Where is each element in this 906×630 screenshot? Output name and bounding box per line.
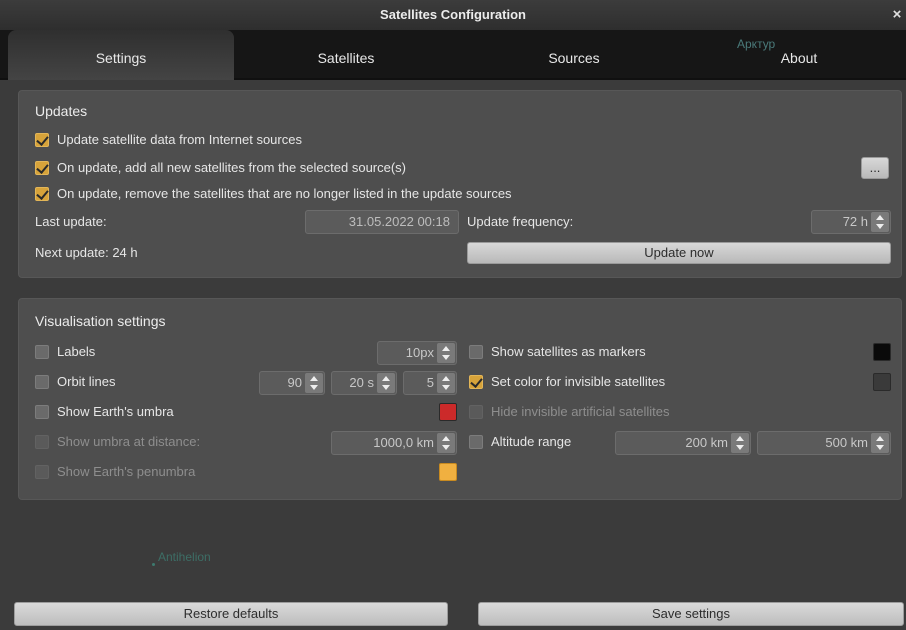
penumbra-color-swatch[interactable] bbox=[439, 463, 457, 481]
window-title: Satellites Configuration bbox=[380, 7, 526, 22]
add-new-satellites-checkbox[interactable] bbox=[35, 161, 49, 175]
settings-page: Updates Update satellite data from Inter… bbox=[0, 80, 906, 630]
sky-label-antihelion: Antihelion bbox=[158, 550, 211, 564]
next-update-label: Next update: 24 h bbox=[35, 245, 138, 260]
umbra-distance-label: Show umbra at distance: bbox=[57, 434, 201, 449]
umbra-checkbox[interactable] bbox=[35, 405, 49, 419]
hide-invisible-label: Hide invisible artificial satellites bbox=[491, 404, 670, 419]
tab-settings[interactable]: Settings bbox=[8, 30, 234, 80]
umbra-distance-value: 1000,0 km bbox=[373, 435, 434, 450]
remove-old-satellites-checkbox[interactable] bbox=[35, 187, 49, 201]
visualisation-title: Visualisation settings bbox=[35, 313, 166, 329]
orbit-thickness-value: 5 bbox=[426, 375, 434, 390]
markers-label: Show satellites as markers bbox=[491, 344, 646, 359]
invisible-color-label: Set color for invisible satellites bbox=[491, 374, 666, 389]
updates-title: Updates bbox=[35, 103, 88, 119]
orbit-lines-checkbox[interactable] bbox=[35, 375, 49, 389]
spin-arrows-icon[interactable] bbox=[871, 212, 889, 232]
tab-bar: Settings Satellites Sources About Арктур bbox=[0, 30, 906, 80]
labels-size-value: 10px bbox=[405, 345, 434, 360]
spin-arrows-icon[interactable] bbox=[437, 433, 455, 453]
altitude-range-label: Altitude range bbox=[491, 434, 572, 449]
orbit-thickness-spinbox[interactable]: 5 bbox=[403, 371, 457, 395]
tab-satellites[interactable]: Satellites bbox=[236, 30, 456, 80]
penumbra-checkbox[interactable] bbox=[35, 465, 49, 479]
spin-arrows-icon[interactable] bbox=[871, 433, 889, 453]
invisible-color-checkbox[interactable] bbox=[469, 375, 483, 389]
orbit-duration-spinbox[interactable]: 20 s bbox=[331, 371, 397, 395]
add-new-satellites-label: On update, add all new satellites from t… bbox=[57, 160, 407, 175]
spin-arrows-icon[interactable] bbox=[437, 373, 455, 393]
labels-label: Labels bbox=[57, 344, 96, 359]
spin-arrows-icon[interactable] bbox=[437, 343, 455, 363]
visualisation-group: Visualisation settings Labels 10px Orbit… bbox=[18, 298, 902, 500]
altitude-min-spinbox[interactable]: 200 km bbox=[615, 431, 751, 455]
update-frequency-label: Update frequency: bbox=[467, 214, 574, 229]
altitude-max-value: 500 km bbox=[825, 435, 868, 450]
labels-checkbox[interactable] bbox=[35, 345, 49, 359]
penumbra-label: Show Earth's penumbra bbox=[57, 464, 196, 479]
updates-group: Updates Update satellite data from Inter… bbox=[18, 90, 902, 278]
orbit-lines-label: Orbit lines bbox=[57, 374, 116, 389]
spin-arrows-icon[interactable] bbox=[305, 373, 323, 393]
markers-checkbox[interactable] bbox=[469, 345, 483, 359]
invisible-color-swatch[interactable] bbox=[873, 373, 891, 391]
tab-sources[interactable]: Sources bbox=[458, 30, 690, 80]
update-now-button[interactable]: Update now bbox=[467, 242, 891, 264]
umbra-color-swatch[interactable] bbox=[439, 403, 457, 421]
labels-size-spinbox[interactable]: 10px bbox=[377, 341, 457, 365]
sky-star-dot bbox=[152, 563, 155, 566]
select-sources-button[interactable]: ... bbox=[861, 157, 889, 179]
markers-color-swatch[interactable] bbox=[873, 343, 891, 361]
spin-arrows-icon[interactable] bbox=[731, 433, 749, 453]
orbit-duration-value: 20 s bbox=[349, 375, 374, 390]
orbit-segments-value: 90 bbox=[287, 375, 302, 390]
update-frequency-value: 72 h bbox=[842, 214, 868, 229]
update-from-internet-label: Update satellite data from Internet sour… bbox=[57, 132, 302, 147]
remove-old-satellites-label: On update, remove the satellites that ar… bbox=[57, 186, 512, 201]
orbit-segments-spinbox[interactable]: 90 bbox=[259, 371, 325, 395]
last-update-label: Last update: bbox=[35, 214, 107, 229]
umbra-distance-checkbox[interactable] bbox=[35, 435, 49, 449]
close-icon[interactable]: × bbox=[890, 0, 904, 30]
last-update-field: 31.05.2022 00:18 bbox=[305, 210, 459, 234]
tab-about[interactable]: About bbox=[692, 30, 906, 80]
save-settings-button[interactable]: Save settings bbox=[478, 602, 904, 626]
sky-label-arktur: Арктур bbox=[737, 37, 776, 51]
altitude-min-value: 200 km bbox=[685, 435, 728, 450]
restore-defaults-button[interactable]: Restore defaults bbox=[14, 602, 448, 626]
umbra-distance-spinbox[interactable]: 1000,0 km bbox=[331, 431, 457, 455]
hide-invisible-checkbox[interactable] bbox=[469, 405, 483, 419]
altitude-max-spinbox[interactable]: 500 km bbox=[757, 431, 891, 455]
window-titlebar: Satellites Configuration × bbox=[0, 0, 906, 30]
update-from-internet-checkbox[interactable] bbox=[35, 133, 49, 147]
update-frequency-spinbox[interactable]: 72 h bbox=[811, 210, 891, 234]
spin-arrows-icon[interactable] bbox=[377, 373, 395, 393]
umbra-label: Show Earth's umbra bbox=[57, 404, 174, 419]
altitude-range-checkbox[interactable] bbox=[469, 435, 483, 449]
